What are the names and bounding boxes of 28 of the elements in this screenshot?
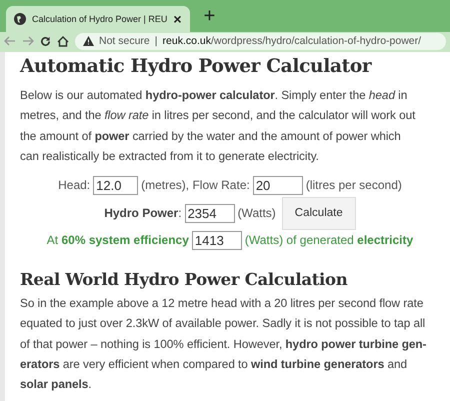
security-label: Not secure <box>99 35 150 47</box>
hydro-power-output[interactable]: 2354 <box>184 204 235 223</box>
section-heading: Real World Hydro Power Calculation <box>20 269 348 292</box>
address-bar[interactable]: Not secure | reuk.co.uk/wordpress/hydro/calculation-of-hydro-power/ <box>75 32 446 50</box>
electricity-label: (Watts) of generated electricity <box>244 233 414 248</box>
flow-unit-label: (litres per second) <box>306 178 402 192</box>
new-tab-button[interactable]: + <box>204 6 216 26</box>
head-label: Head: <box>58 178 90 192</box>
url-host: reuk.co.uk <box>162 35 211 47</box>
separator: | <box>154 35 158 47</box>
head-input[interactable]: 12.0 <box>93 176 138 195</box>
page-heading: Automatic Hydro Power Calculator <box>20 55 373 79</box>
intro-paragraph: Below is our automated hydro-power calculator. Simply enter the head in metres, and the flow rate in litres per second, and the calculator will work out the amount of power carried by the water and the amount of power which can realistically be extracted from it to generate electricity. <box>20 87 416 165</box>
flow-rate-input[interactable]: 20 <box>252 176 303 195</box>
browser-tab[interactable]: Calculation of Hydro Power | REU × <box>6 6 190 32</box>
warning-icon <box>83 36 94 46</box>
head-unit-label: (metres), Flow Rate: <box>141 178 250 192</box>
efficiency-label: At 60% system efficiency <box>46 233 189 248</box>
url-path: /wordpress/hydro/calculation-of-hydro-power/ <box>210 35 422 47</box>
reload-icon[interactable] <box>40 36 51 46</box>
power-unit-label: (Watts) <box>238 206 276 220</box>
hydro-power-label: Hydro Power: <box>104 206 182 220</box>
body-paragraph: So in the example above a 12 metre head with a 20 litres per second flow rate equated to just over 2.3kW of available power. Sadly it is not possible to tap all of that power – nothing is 100% efficient. However, hydro power turbine gen- erators are very efficient when compared to wind turbine generators and solar panels. <box>20 295 428 394</box>
tab-title: Calculation of Hydro Power | REU <box>32 14 168 24</box>
electricity-output[interactable]: 1413 <box>192 230 242 250</box>
close-tab-button[interactable]: × <box>173 11 182 27</box>
home-icon[interactable] <box>57 36 69 46</box>
calculate-button[interactable]: Calculate <box>282 196 356 230</box>
